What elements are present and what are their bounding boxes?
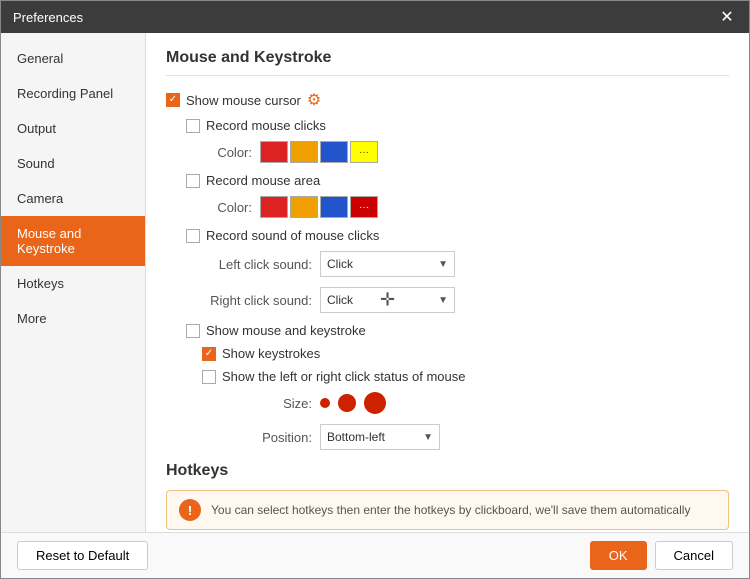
color-swatch-blue-clicks[interactable] xyxy=(320,141,348,163)
gear-icon[interactable]: ⚙ xyxy=(307,90,321,110)
color-swatch-orange-area[interactable] xyxy=(290,196,318,218)
title-bar: Preferences ✕ xyxy=(1,1,749,33)
record-mouse-clicks-label: Record mouse clicks xyxy=(206,118,326,133)
position-dropdown-arrow: ▼ xyxy=(423,432,433,443)
size-row: Size: xyxy=(202,392,729,414)
close-button[interactable]: ✕ xyxy=(717,7,737,27)
show-lr-status-label: Show the left or right click status of m… xyxy=(222,369,466,384)
main-content: Mouse and Keystroke Show mouse cursor ⚙ … xyxy=(146,33,749,532)
hotkeys-info-banner: ! You can select hotkeys then enter the … xyxy=(166,490,729,530)
show-mouse-keystroke-row: Show mouse and keystroke xyxy=(186,323,729,338)
right-click-sound-label: Right click sound: xyxy=(202,293,312,308)
show-keystrokes-label: Show keystrokes xyxy=(222,346,320,361)
hotkeys-info-text: You can select hotkeys then enter the ho… xyxy=(211,503,690,517)
left-click-sound-value: Click xyxy=(327,257,353,271)
color-swatch-blue-area[interactable] xyxy=(320,196,348,218)
show-keystrokes-row: Show keystrokes xyxy=(202,346,729,361)
window-title: Preferences xyxy=(13,10,83,25)
color-swatch-orange-clicks[interactable] xyxy=(290,141,318,163)
cancel-button[interactable]: Cancel xyxy=(655,541,733,570)
color-swatch-red-area[interactable] xyxy=(260,196,288,218)
record-mouse-area-row: Record mouse area xyxy=(186,173,729,188)
reset-button[interactable]: Reset to Default xyxy=(17,541,148,570)
color-clicks-row: Color: ··· xyxy=(202,141,729,163)
sidebar-item-sound[interactable]: Sound xyxy=(1,146,145,181)
record-mouse-area-label: Record mouse area xyxy=(206,173,320,188)
sidebar: General Recording Panel Output Sound Cam… xyxy=(1,33,146,532)
left-click-sound-dropdown[interactable]: Click ▼ xyxy=(320,251,455,277)
size-large[interactable] xyxy=(364,392,386,414)
move-cursor-icon: ✛ xyxy=(380,290,395,311)
color-swatch-red-clicks[interactable] xyxy=(260,141,288,163)
record-mouse-area-checkbox[interactable] xyxy=(186,174,200,188)
ok-button[interactable]: OK xyxy=(590,541,647,570)
hotkeys-title: Hotkeys xyxy=(166,462,729,480)
left-click-dropdown-arrow: ▼ xyxy=(438,259,448,270)
show-mouse-keystroke-label: Show mouse and keystroke xyxy=(206,323,366,338)
size-medium[interactable] xyxy=(338,394,356,412)
sidebar-item-recording-panel[interactable]: Recording Panel xyxy=(1,76,145,111)
content-area: General Recording Panel Output Sound Cam… xyxy=(1,33,749,532)
sidebar-item-output[interactable]: Output xyxy=(1,111,145,146)
record-sound-row: Record sound of mouse clicks xyxy=(186,228,729,243)
record-sound-label: Record sound of mouse clicks xyxy=(206,228,379,243)
size-label: Size: xyxy=(202,396,312,411)
color-more-clicks[interactable]: ··· xyxy=(350,141,378,163)
color-label-clicks: Color: xyxy=(202,145,252,160)
position-dropdown[interactable]: Bottom-left ▼ xyxy=(320,424,440,450)
hotkeys-section: Hotkeys ! You can select hotkeys then en… xyxy=(166,462,729,530)
size-small[interactable] xyxy=(320,398,330,408)
show-keystrokes-checkbox[interactable] xyxy=(202,347,216,361)
sidebar-item-hotkeys[interactable]: Hotkeys xyxy=(1,266,145,301)
record-sound-checkbox[interactable] xyxy=(186,229,200,243)
position-value: Bottom-left xyxy=(327,430,385,444)
position-row: Position: Bottom-left ▼ xyxy=(202,424,729,450)
preferences-window: Preferences ✕ General Recording Panel Ou… xyxy=(0,0,750,579)
sidebar-item-mouse-keystroke[interactable]: Mouse and Keystroke xyxy=(1,216,145,266)
right-click-sound-row: Right click sound: Click ✛ ▼ xyxy=(202,287,729,313)
show-mouse-cursor-row: Show mouse cursor ⚙ xyxy=(166,90,729,110)
right-click-sound-value: Click xyxy=(327,293,353,307)
show-lr-status-checkbox[interactable] xyxy=(202,370,216,384)
color-area-row: Color: ··· xyxy=(202,196,729,218)
info-icon: ! xyxy=(179,499,201,521)
show-mouse-cursor-checkbox[interactable] xyxy=(166,93,180,107)
show-mouse-cursor-label: Show mouse cursor xyxy=(186,93,301,108)
show-mouse-keystroke-checkbox[interactable] xyxy=(186,324,200,338)
left-click-sound-row: Left click sound: Click ▼ xyxy=(202,251,729,277)
mouse-section-title: Mouse and Keystroke xyxy=(166,49,729,76)
right-click-sound-dropdown[interactable]: Click ✛ ▼ xyxy=(320,287,455,313)
sidebar-item-camera[interactable]: Camera xyxy=(1,181,145,216)
show-lr-status-row: Show the left or right click status of m… xyxy=(202,369,729,384)
record-mouse-clicks-row: Record mouse clicks xyxy=(186,118,729,133)
position-label: Position: xyxy=(202,430,312,445)
right-click-dropdown-arrow: ▼ xyxy=(438,295,448,306)
record-mouse-clicks-checkbox[interactable] xyxy=(186,119,200,133)
footer: Reset to Default OK Cancel xyxy=(1,532,749,578)
footer-right: OK Cancel xyxy=(590,541,733,570)
sidebar-item-general[interactable]: General xyxy=(1,41,145,76)
color-label-area: Color: xyxy=(202,200,252,215)
left-click-sound-label: Left click sound: xyxy=(202,257,312,272)
sidebar-item-more[interactable]: More xyxy=(1,301,145,336)
color-more-area[interactable]: ··· xyxy=(350,196,378,218)
